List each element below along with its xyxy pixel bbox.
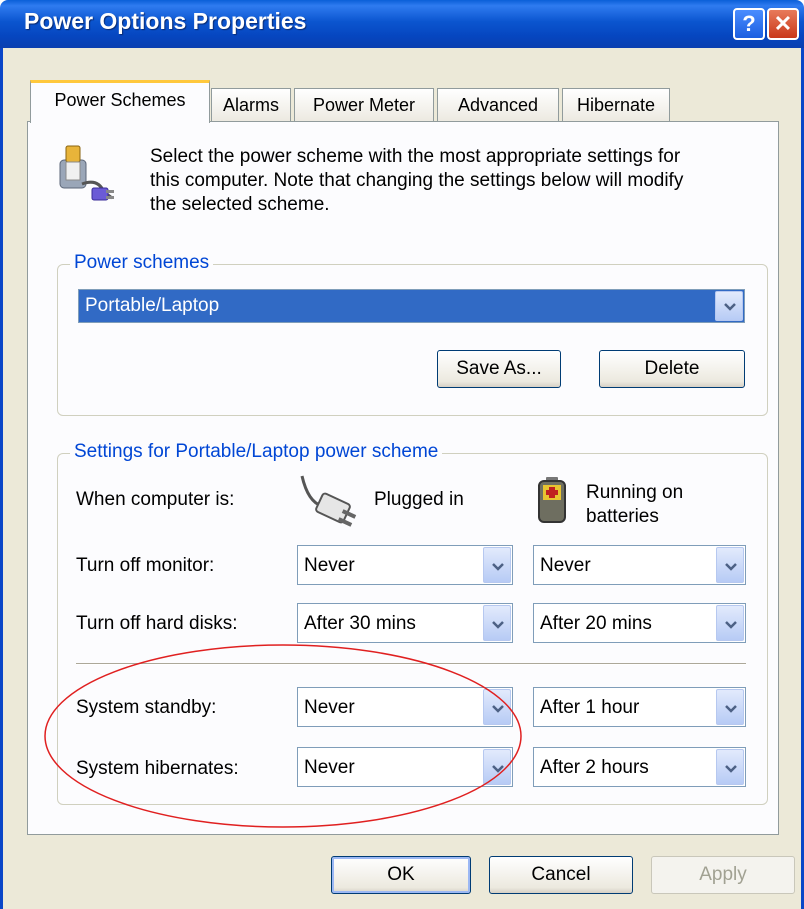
select-value: After 20 mins (540, 613, 652, 634)
dropdown-arrow-button[interactable] (716, 547, 744, 583)
chevron-down-icon (725, 765, 737, 773)
tab-power-meter[interactable]: Power Meter (294, 88, 434, 122)
intro-line: this computer. Note that changing the se… (150, 170, 684, 191)
system-hibernates-label: System hibernates: (76, 758, 239, 779)
chevron-down-icon (725, 621, 737, 629)
system-standby-label: System standby: (76, 697, 217, 718)
chevron-down-icon (724, 303, 736, 311)
tab-label: Power Meter (312, 95, 416, 115)
title-bar[interactable]: Power Options Properties ? ✕ (0, 0, 804, 48)
plug-icon (300, 475, 357, 527)
tab-advanced[interactable]: Advanced (437, 88, 559, 122)
select-value: Never (304, 555, 355, 576)
save-as-button[interactable]: Save As... (437, 350, 561, 388)
tab-label: Advanced (457, 95, 539, 115)
monitor-plugged-select[interactable]: Never (297, 545, 513, 585)
turn-off-monitor-label: Turn off monitor: (76, 555, 215, 576)
intro-line: Select the power scheme with the most ap… (150, 146, 681, 167)
ok-label: OK (387, 864, 415, 885)
standby-plugged-select[interactable]: Never (297, 687, 513, 727)
dropdown-arrow-button[interactable] (716, 689, 744, 725)
chevron-down-icon (492, 563, 504, 571)
chevron-down-icon (492, 705, 504, 713)
close-button[interactable]: ✕ (767, 8, 799, 40)
settings-separator (76, 663, 746, 665)
dropdown-arrow-button[interactable] (483, 547, 511, 583)
dropdown-arrow-button[interactable] (715, 291, 743, 321)
dropdown-arrow-button[interactable] (716, 605, 744, 641)
delete-button[interactable]: Delete (599, 350, 745, 388)
cancel-button[interactable]: Cancel (489, 856, 633, 894)
when-computer-is-label: When computer is: (76, 489, 235, 510)
tab-power-schemes[interactable]: Power Schemes (30, 80, 210, 123)
ok-button[interactable]: OK (331, 856, 471, 894)
tab-hibernate[interactable]: Hibernate (562, 88, 670, 122)
dropdown-arrow-button[interactable] (483, 749, 511, 785)
select-value: After 2 hours (540, 757, 649, 778)
hibernate-battery-select[interactable]: After 2 hours (533, 747, 746, 787)
chevron-down-icon (725, 705, 737, 713)
intro-description: Select the power scheme with the most ap… (150, 145, 760, 217)
power-scheme-select[interactable]: Portable/Laptop (78, 289, 745, 323)
power-scheme-icon (59, 145, 114, 201)
save-as-label: Save As... (456, 358, 542, 379)
close-icon: ✕ (773, 11, 793, 36)
intro-line: the selected scheme. (150, 194, 330, 215)
power-scheme-value: Portable/Laptop (85, 295, 220, 316)
tab-alarms[interactable]: Alarms (211, 88, 291, 122)
tab-label: Power Schemes (54, 90, 186, 110)
hard-disks-battery-select[interactable]: After 20 mins (533, 603, 746, 643)
dropdown-arrow-button[interactable] (716, 749, 744, 785)
window-title: Power Options Properties (24, 8, 307, 34)
delete-label: Delete (644, 358, 700, 379)
select-value: Never (540, 555, 591, 576)
tab-label: Hibernate (576, 95, 656, 115)
battery-icon (538, 477, 566, 523)
select-value: After 1 hour (540, 697, 640, 718)
power-options-dialog: Power Options Properties ? ✕ Power Schem… (0, 0, 804, 909)
dropdown-arrow-button[interactable] (483, 689, 511, 725)
dropdown-arrow-button[interactable] (483, 605, 511, 641)
chevron-down-icon (492, 621, 504, 629)
tab-label: Alarms (222, 95, 279, 115)
running-on-label: Running on (586, 482, 684, 503)
monitor-battery-select[interactable]: Never (533, 545, 746, 585)
batteries-label: batteries (586, 506, 659, 527)
standby-battery-select[interactable]: After 1 hour (533, 687, 746, 727)
select-value: Never (304, 697, 355, 718)
chevron-down-icon (492, 765, 504, 773)
settings-group-label: Settings for Portable/Laptop power schem… (70, 441, 443, 463)
select-value: Never (304, 757, 355, 778)
apply-label: Apply (699, 864, 747, 885)
turn-off-hard-disks-label: Turn off hard disks: (76, 613, 238, 634)
apply-button[interactable]: Apply (651, 856, 795, 894)
power-schemes-group (57, 264, 768, 416)
cancel-label: Cancel (531, 864, 591, 885)
plugged-in-label: Plugged in (374, 489, 464, 510)
select-value: After 30 mins (304, 613, 416, 634)
power-schemes-group-label: Power schemes (70, 252, 214, 274)
hard-disks-plugged-select[interactable]: After 30 mins (297, 603, 513, 643)
hibernate-plugged-select[interactable]: Never (297, 747, 513, 787)
chevron-down-icon (725, 563, 737, 571)
help-button[interactable]: ? (733, 8, 765, 40)
help-icon: ? (742, 11, 756, 36)
